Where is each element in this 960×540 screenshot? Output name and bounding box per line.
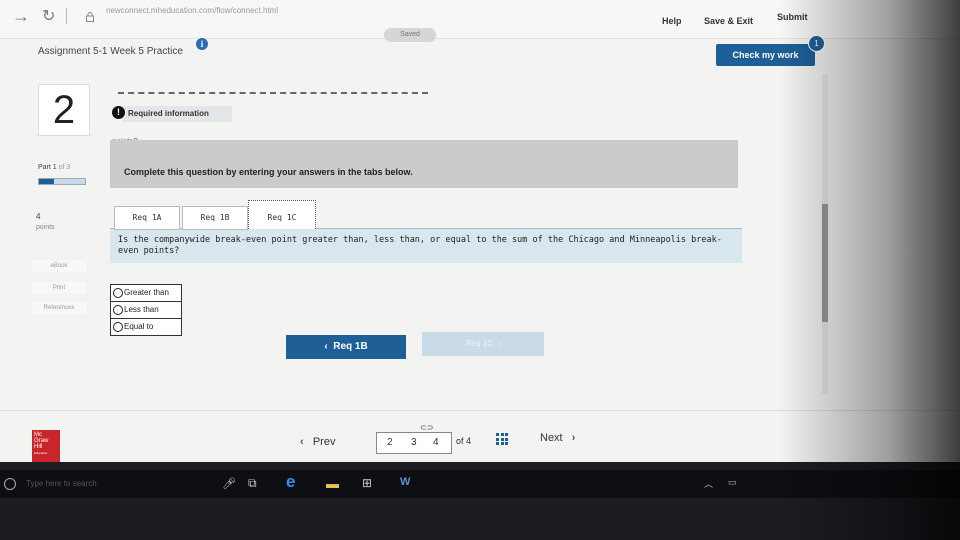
- lock-icon: [86, 9, 94, 27]
- chevron-up-icon[interactable]: ︿: [704, 477, 713, 490]
- chevron-left-icon: ‹: [324, 341, 328, 352]
- page-selector[interactable]: 2 3 4: [376, 432, 452, 454]
- browser-screen: → ↻ newconnect.mheducation.com/flow/conn…: [0, 0, 960, 462]
- check-work-count-badge: 1: [808, 35, 825, 52]
- page-count: of 4: [456, 436, 472, 446]
- info-icon[interactable]: i: [196, 38, 208, 50]
- tab-req-1c[interactable]: Req 1C: [248, 200, 316, 229]
- grid-view-icon[interactable]: [496, 433, 508, 445]
- prev-question-button[interactable]: ‹ Prev: [300, 436, 335, 448]
- reload-icon[interactable]: ↻: [42, 6, 55, 26]
- address-bar[interactable]: newconnect.mheducation.com/flow/connect.…: [106, 6, 278, 15]
- part-indicator: Part 1 of 3: [38, 164, 70, 171]
- prev-label: Prev: [312, 436, 336, 448]
- tab-req-1a[interactable]: Req 1A: [114, 206, 180, 230]
- chevron-left-icon: ‹: [300, 436, 304, 448]
- question-number: 2: [38, 84, 90, 136]
- chevron-right-icon: ›: [571, 432, 576, 444]
- prev-req-label: Req 1B: [333, 341, 368, 352]
- ebook-button[interactable]: eBook: [32, 260, 86, 272]
- references-button[interactable]: References: [32, 302, 86, 314]
- part-progress-bar: [38, 178, 86, 185]
- toolbar-divider: [66, 8, 67, 24]
- store-icon[interactable]: ⊞: [362, 476, 372, 490]
- option-label: Greater than: [124, 288, 169, 297]
- prev-req-button[interactable]: ‹ Req 1B: [286, 335, 406, 359]
- next-req-button[interactable]: Req 1C ›: [422, 332, 544, 356]
- tab-req-1b[interactable]: Req 1B: [182, 206, 248, 230]
- required-information-banner[interactable]: Required information: [122, 106, 232, 122]
- cortana-icon[interactable]: [4, 478, 16, 490]
- points-value: 4: [36, 212, 41, 221]
- radio-circle-icon[interactable]: [113, 304, 123, 315]
- save-exit-link[interactable]: Save & Exit: [704, 16, 753, 26]
- taskbar-search[interactable]: Type here to search: [26, 479, 97, 488]
- option-label: Less than: [124, 305, 159, 314]
- points-label: points: [36, 224, 55, 231]
- chevron-right-icon: ›: [497, 339, 501, 348]
- next-req-label: Req 1C: [465, 339, 493, 348]
- task-view-icon[interactable]: ⧉: [248, 476, 257, 491]
- page-4[interactable]: 4: [433, 437, 439, 448]
- instruction-text: Complete this question by entering your …: [124, 167, 413, 177]
- footer-divider: [0, 410, 960, 411]
- mcgraw-hill-logo: Mc Graw Hill Education: [32, 430, 60, 462]
- link-icon: ⊂⊃: [420, 423, 434, 432]
- windows-taskbar: Type here to search 🎤︎ ⧉ e ▬ ⊞ W ︿ ▭: [0, 470, 960, 498]
- question-prompt-box: Is the companywide break-even point grea…: [110, 228, 742, 263]
- microphone-icon[interactable]: 🎤︎: [222, 477, 236, 490]
- check-my-work-button[interactable]: Check my work: [716, 44, 815, 66]
- edge-browser-icon[interactable]: e: [286, 472, 295, 492]
- next-label: Next: [540, 432, 563, 444]
- saved-status: Saved: [384, 28, 436, 42]
- radio-circle-icon[interactable]: [113, 321, 123, 332]
- answer-options: Greater than Less than Equal to: [110, 284, 182, 336]
- print-button[interactable]: Print: [32, 282, 86, 294]
- part-progress-fill: [39, 179, 55, 184]
- option-equal-to[interactable]: Equal to: [111, 319, 181, 335]
- radio-circle-icon[interactable]: [113, 287, 123, 298]
- question-text: Is the companywide break-even point grea…: [118, 235, 722, 256]
- help-link[interactable]: Help: [662, 16, 682, 26]
- option-label: Equal to: [124, 322, 154, 331]
- forward-arrow-icon[interactable]: →: [12, 6, 30, 27]
- file-explorer-icon[interactable]: ▬: [326, 476, 339, 491]
- part-of-total: of 3: [58, 164, 71, 171]
- submit-link[interactable]: Submit: [777, 12, 808, 22]
- option-less-than[interactable]: Less than: [111, 302, 181, 319]
- word-icon[interactable]: W: [400, 476, 410, 488]
- next-question-button[interactable]: Next ›: [540, 432, 575, 444]
- scrollbar-thumb[interactable]: [822, 204, 828, 322]
- alert-icon: !: [112, 106, 125, 119]
- battery-icon[interactable]: ▭: [728, 477, 737, 488]
- truncated-question-line: [118, 92, 428, 98]
- instruction-bar: Complete this question by entering your …: [110, 140, 738, 188]
- assignment-title: Assignment 5-1 Week 5 Practice: [38, 46, 183, 57]
- page-2[interactable]: 2: [387, 437, 393, 448]
- option-greater-than[interactable]: Greater than: [111, 285, 181, 302]
- part-label: Part 1: [38, 164, 57, 171]
- page-3[interactable]: 3: [411, 437, 417, 448]
- browser-toolbar: → ↻ newconnect.mheducation.com/flow/conn…: [0, 0, 960, 39]
